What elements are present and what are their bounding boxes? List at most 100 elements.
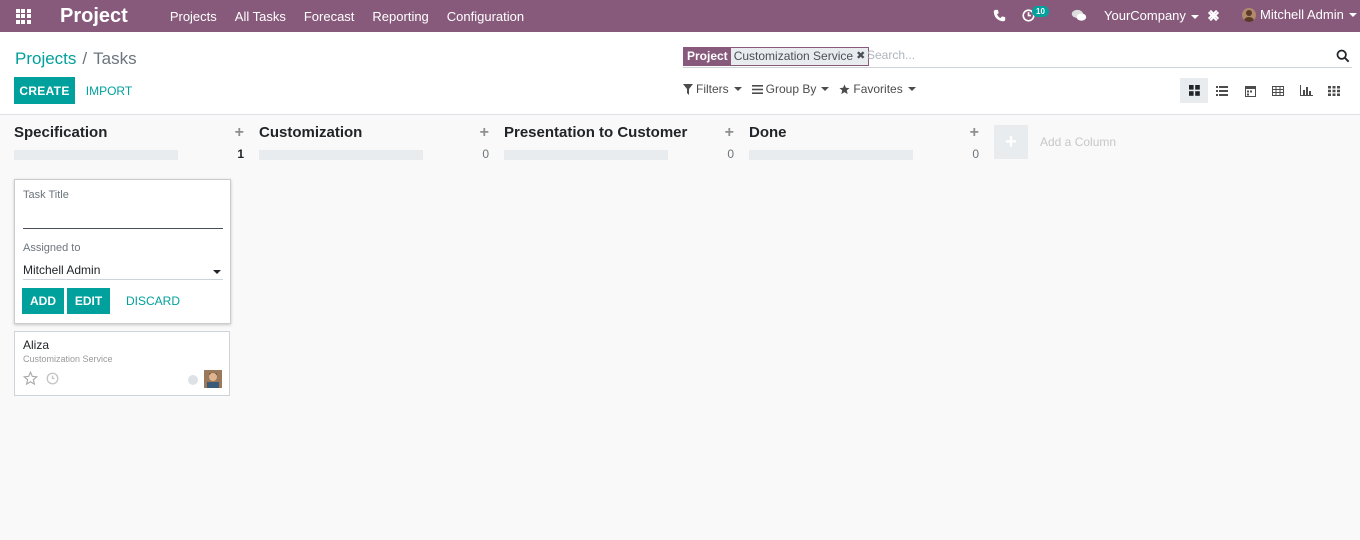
column-count: 0 bbox=[727, 147, 734, 161]
quick-create-plus-icon[interactable]: + bbox=[235, 124, 244, 142]
menu-item-reporting[interactable]: Reporting bbox=[372, 9, 428, 24]
view-switcher bbox=[1180, 78, 1348, 103]
grid-view-button[interactable] bbox=[1320, 78, 1348, 103]
add-column-label[interactable]: Add a Column bbox=[1040, 135, 1116, 149]
phone-icon[interactable] bbox=[993, 9, 1006, 25]
column-header: Customization + bbox=[259, 124, 489, 144]
menu-item-forecast[interactable]: Forecast bbox=[304, 9, 355, 24]
group-by-label: Group By bbox=[765, 82, 817, 96]
user-menu[interactable]: Mitchell Admin bbox=[1242, 7, 1357, 22]
column-title[interactable]: Specification bbox=[14, 124, 107, 141]
chevron-down-icon bbox=[907, 87, 916, 91]
menu-item-projects[interactable]: Projects bbox=[170, 9, 217, 24]
filter-icon bbox=[683, 83, 693, 95]
user-name: Mitchell Admin bbox=[1260, 7, 1344, 22]
add-column-button[interactable]: + bbox=[994, 125, 1028, 159]
discard-button[interactable]: DISCARD bbox=[123, 288, 183, 314]
column-progress-bar bbox=[504, 150, 668, 160]
company-name: YourCompany bbox=[1104, 8, 1186, 23]
company-switcher[interactable]: YourCompany bbox=[1104, 8, 1199, 23]
quick-create-plus-icon[interactable]: + bbox=[725, 124, 734, 142]
avatar bbox=[204, 370, 222, 388]
facet-label: Project bbox=[684, 48, 731, 65]
group-by-icon bbox=[751, 84, 763, 94]
assigned-to-label: Assigned to bbox=[23, 242, 81, 254]
clock-icon[interactable] bbox=[46, 372, 59, 388]
search-options: Filters Group By Favorites bbox=[683, 82, 926, 96]
chevron-down-icon bbox=[1190, 14, 1199, 19]
column-title[interactable]: Customization bbox=[259, 124, 362, 141]
control-panel: Projects / Tasks Project Customization Ser… bbox=[0, 32, 1360, 115]
grid-icon bbox=[1328, 85, 1340, 96]
list-icon bbox=[1216, 85, 1228, 96]
task-title-label: Task Title bbox=[23, 189, 69, 201]
task-title: Aliza bbox=[23, 338, 50, 352]
task-card[interactable]: Aliza Customization Service bbox=[14, 331, 230, 396]
apps-grid-icon bbox=[15, 8, 31, 24]
quick-create-plus-icon[interactable]: + bbox=[480, 124, 489, 142]
star-icon bbox=[839, 83, 850, 94]
edit-button[interactable]: EDIT bbox=[67, 288, 110, 314]
filters-dropdown[interactable]: Filters bbox=[683, 82, 742, 96]
task-title-input[interactable] bbox=[23, 228, 223, 229]
chevron-down-icon bbox=[821, 87, 830, 91]
column-count: 0 bbox=[482, 147, 489, 161]
debug-tools-icon[interactable] bbox=[1207, 9, 1220, 25]
column-count: 0 bbox=[972, 147, 979, 161]
user-avatar bbox=[1242, 7, 1256, 22]
favorites-label: Favorites bbox=[853, 82, 903, 96]
column-progress-bar bbox=[14, 150, 178, 160]
bar-chart-icon bbox=[1299, 85, 1313, 96]
search-facet: Project Customization Service ✖ bbox=[683, 47, 870, 66]
breadcrumb: Projects / Tasks bbox=[15, 49, 137, 69]
chevron-down-icon bbox=[213, 270, 221, 274]
favorites-dropdown[interactable]: Favorites bbox=[839, 82, 916, 96]
column-title[interactable]: Presentation to Customer bbox=[504, 124, 687, 141]
star-icon[interactable] bbox=[22, 370, 39, 389]
create-button[interactable]: CREATE bbox=[14, 77, 75, 104]
app-title[interactable]: Project bbox=[60, 5, 128, 28]
main-menu: Projects All Tasks Forecast Reporting Co… bbox=[170, 9, 542, 24]
kanban-view-button[interactable] bbox=[1180, 78, 1208, 103]
pivot-view-button[interactable] bbox=[1264, 78, 1292, 103]
breadcrumb-separator: / bbox=[82, 49, 88, 68]
calendar-icon bbox=[1244, 85, 1256, 97]
column-title[interactable]: Done bbox=[749, 124, 787, 141]
column-header: Presentation to Customer + bbox=[504, 124, 734, 144]
task-project: Customization Service bbox=[23, 354, 113, 364]
search-icon[interactable] bbox=[1336, 49, 1350, 63]
top-navbar: Project Projects All Tasks Forecast Repo… bbox=[0, 0, 1360, 32]
search-input[interactable]: Search... bbox=[867, 48, 915, 62]
filters-label: Filters bbox=[696, 82, 729, 96]
table-icon bbox=[1272, 85, 1284, 96]
breadcrumb-projects[interactable]: Projects bbox=[15, 49, 76, 68]
facet-value: Customization Service bbox=[730, 48, 857, 65]
menu-item-configuration[interactable]: Configuration bbox=[447, 9, 524, 24]
column-count: 1 bbox=[237, 147, 244, 161]
search-bar: Project Customization Service ✖ Search..… bbox=[683, 46, 1352, 68]
calendar-view-button[interactable] bbox=[1236, 78, 1264, 103]
chevron-down-icon bbox=[1348, 12, 1357, 17]
import-button[interactable]: IMPORT bbox=[80, 77, 138, 104]
apps-menu-button[interactable] bbox=[0, 0, 46, 32]
column-header: Done + bbox=[749, 124, 979, 144]
activity-button[interactable]: 10 bbox=[1022, 0, 1052, 32]
assigned-to-value: Mitchell Admin bbox=[23, 263, 101, 277]
column-header: Specification + bbox=[14, 124, 244, 144]
add-button[interactable]: ADD bbox=[22, 288, 64, 314]
kanban-icon bbox=[1188, 85, 1200, 96]
quick-create-form: Task Title Assigned to Mitchell Admin AD… bbox=[14, 179, 231, 324]
column-progress-bar bbox=[749, 150, 913, 160]
breadcrumb-current: Tasks bbox=[93, 49, 137, 68]
chevron-down-icon bbox=[733, 87, 742, 91]
assigned-to-select[interactable]: Mitchell Admin bbox=[23, 263, 223, 280]
group-by-dropdown[interactable]: Group By bbox=[751, 82, 830, 96]
graph-view-button[interactable] bbox=[1292, 78, 1320, 103]
menu-item-all-tasks[interactable]: All Tasks bbox=[235, 9, 286, 24]
chat-icon[interactable] bbox=[1071, 9, 1087, 25]
list-view-button[interactable] bbox=[1208, 78, 1236, 103]
quick-create-plus-icon[interactable]: + bbox=[970, 124, 979, 142]
column-progress-bar bbox=[259, 150, 423, 160]
activity-count-badge: 10 bbox=[1032, 6, 1049, 17]
kanban-state-dot[interactable] bbox=[188, 375, 198, 385]
